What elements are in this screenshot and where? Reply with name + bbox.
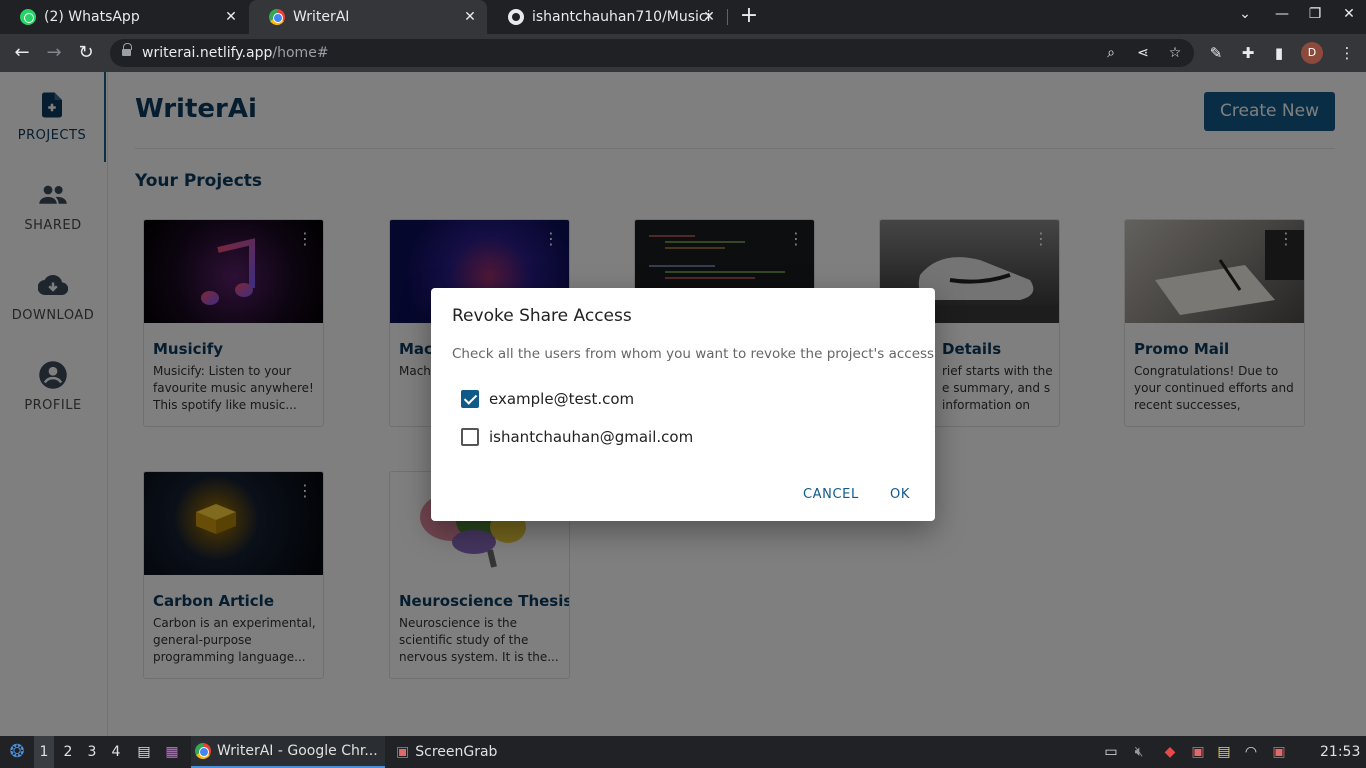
os-taskbar: ❂ 1 2 3 4 ▤ ▦ WriterAI - Google Chr... ▣… [0, 736, 1366, 768]
close-window-icon[interactable]: ✕ [1339, 6, 1359, 22]
taskbar-app-label: ScreenGrab [415, 744, 498, 760]
back-icon[interactable]: ← [11, 42, 33, 64]
tab-divider [727, 9, 728, 25]
side-panel-icon[interactable]: ▮ [1268, 42, 1290, 64]
clock: 21:53 [1320, 744, 1361, 760]
workspace-3[interactable]: 3 [82, 736, 102, 768]
tab-title: ishantchauhan710/Musicify [532, 9, 712, 25]
network-tray-icon[interactable]: ▣ [1269, 736, 1289, 768]
tab-title: WriterAI [293, 9, 350, 25]
start-menu-icon[interactable]: ❂ [6, 736, 28, 768]
user-checkbox[interactable] [461, 428, 479, 446]
user-checkbox-row[interactable]: ishantchauhan@gmail.com [461, 426, 693, 448]
workspace-4[interactable]: 4 [106, 736, 126, 768]
tab-writerai[interactable]: WriterAI ✕ [249, 0, 487, 34]
screenshot-tray-icon[interactable]: ▣ [1188, 736, 1208, 768]
lock-icon [122, 43, 132, 58]
cancel-button[interactable]: CANCEL [803, 487, 859, 502]
menu-kebab-icon[interactable]: ⋮ [1336, 42, 1358, 64]
dialog-title: Revoke Share Access [452, 306, 632, 326]
forward-icon[interactable]: → [43, 42, 65, 64]
chrome-icon [195, 743, 211, 759]
url-text: writerai.netlify.app/home# [142, 45, 329, 61]
share-icon[interactable]: ⋖ [1133, 43, 1153, 63]
browser-tab-bar: (2) WhatsApp ✕ WriterAI ✕ ishantchauhan7… [0, 0, 1366, 34]
drive-icon[interactable]: ▭ [1102, 736, 1120, 768]
user-email: ishantchauhan@gmail.com [489, 428, 694, 446]
user-email: example@test.com [489, 390, 635, 408]
extensions-puzzle-icon[interactable]: ✚ [1237, 42, 1259, 64]
revoke-share-dialog: Revoke Share Access Check all the users … [431, 288, 935, 521]
terminal-icon[interactable]: ▦ [162, 736, 182, 768]
new-tab-button[interactable]: + [738, 5, 760, 27]
workspace-1[interactable]: 1 [34, 736, 54, 768]
browser-toolbar: ← → ↻ writerai.netlify.app/home# ⌕ ⋖ ☆ ✎… [0, 34, 1366, 72]
close-icon[interactable]: ✕ [700, 8, 718, 26]
tab-search-icon[interactable]: ⌄ [1235, 6, 1255, 22]
zoom-icon[interactable]: ⌕ [1101, 43, 1121, 63]
address-bar[interactable]: writerai.netlify.app/home# ⌕ ⋖ ☆ [110, 39, 1194, 67]
ok-button[interactable]: OK [890, 487, 910, 502]
clipboard-icon[interactable]: ▤ [1215, 736, 1233, 768]
wifi-icon[interactable]: ◠ [1241, 736, 1261, 768]
app-tray-icon[interactable]: ◆ [1160, 736, 1180, 768]
file-manager-icon[interactable]: ▤ [134, 736, 154, 768]
bookmark-star-icon[interactable]: ☆ [1165, 43, 1185, 63]
taskbar-app-chrome[interactable]: WriterAI - Google Chr... [191, 736, 385, 768]
extension-icon[interactable]: ✎ [1205, 42, 1227, 64]
close-icon[interactable]: ✕ [222, 8, 240, 26]
tab-whatsapp[interactable]: (2) WhatsApp ✕ [0, 0, 248, 34]
restore-icon[interactable]: ❐ [1305, 6, 1325, 22]
profile-avatar[interactable]: D [1301, 42, 1323, 64]
writerai-icon [269, 9, 285, 25]
minimize-icon[interactable]: — [1272, 6, 1292, 22]
taskbar-app-screengrab[interactable]: ▣ ScreenGrab [392, 736, 502, 768]
tab-title: (2) WhatsApp [44, 9, 140, 25]
volume-muted-icon[interactable]: 🔇︎ [1130, 736, 1148, 768]
close-icon[interactable]: ✕ [461, 8, 479, 26]
taskbar-app-label: WriterAI - Google Chr... [217, 743, 378, 759]
github-icon [508, 9, 524, 25]
tab-github[interactable]: ishantchauhan710/Musicify ✕ [488, 0, 726, 34]
reload-icon[interactable]: ↻ [75, 42, 97, 64]
dialog-description: Check all the users from whom you want t… [452, 346, 935, 362]
screengrab-icon: ▣ [396, 744, 410, 760]
whatsapp-icon [20, 9, 36, 25]
user-checkbox[interactable] [461, 390, 479, 408]
workspace-2[interactable]: 2 [58, 736, 78, 768]
user-checkbox-row[interactable]: example@test.com [461, 388, 634, 410]
